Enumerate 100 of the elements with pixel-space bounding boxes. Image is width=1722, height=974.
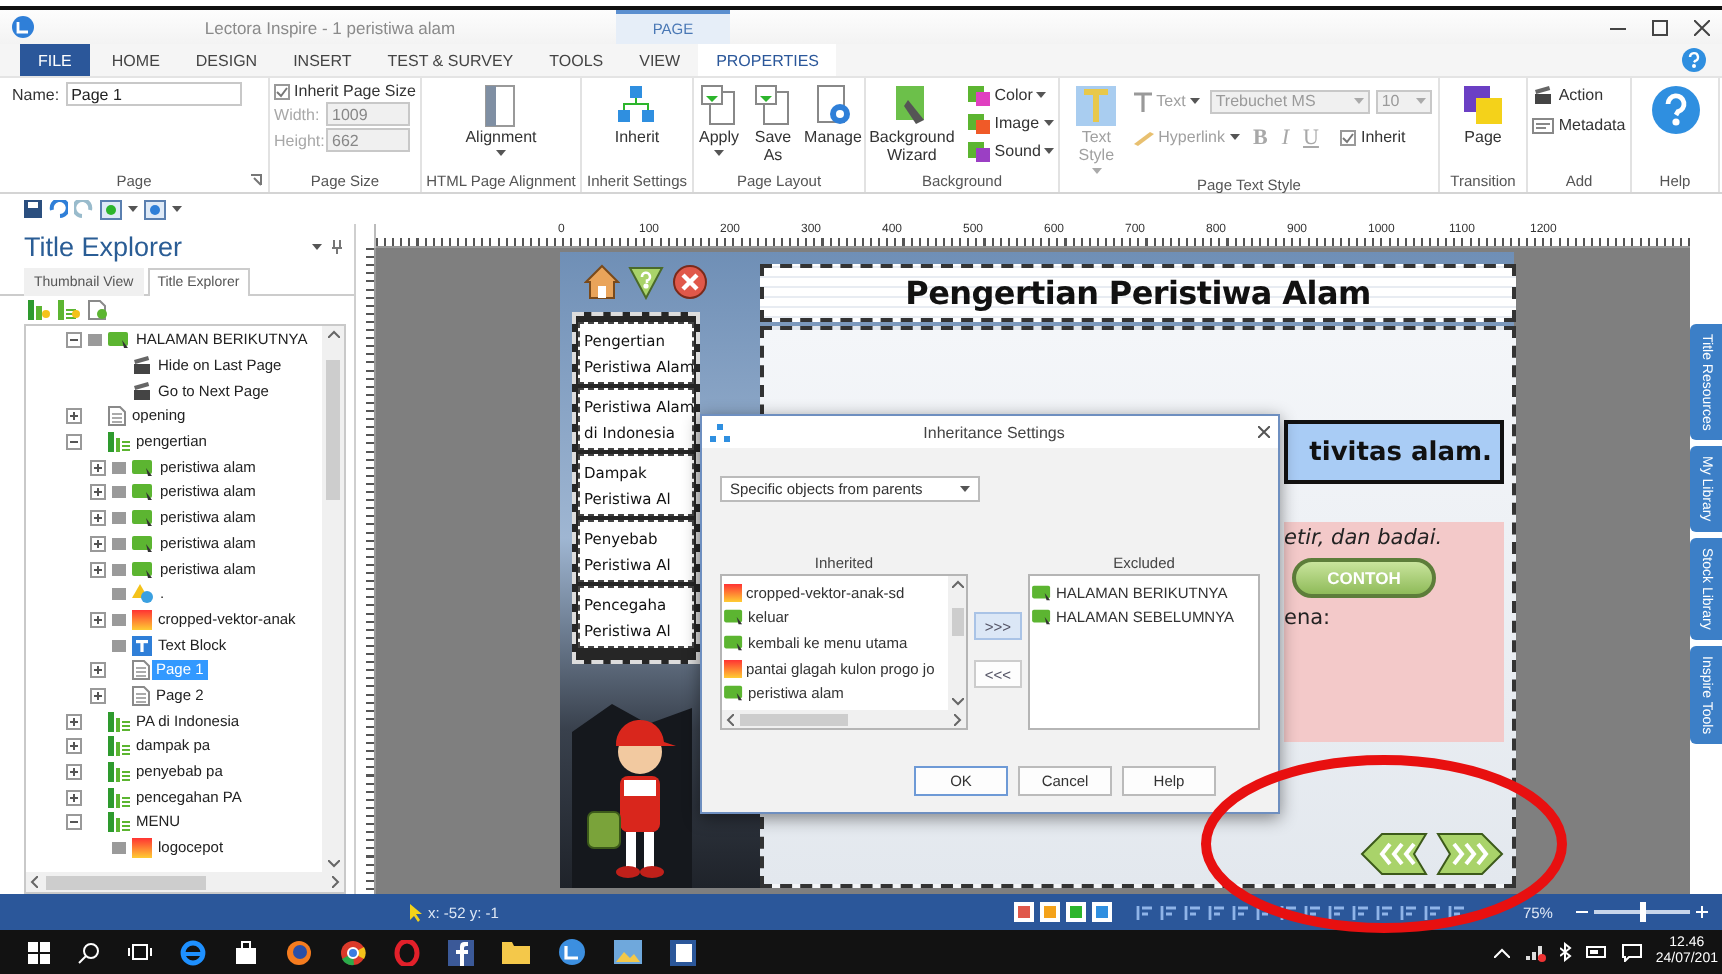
align-tool-icon[interactable] [1136, 903, 1155, 921]
close-icon[interactable] [1694, 19, 1710, 35]
visibility-box-icon[interactable] [112, 512, 126, 525]
collapse-icon[interactable] [66, 332, 82, 349]
visibility-box-icon[interactable] [112, 613, 126, 626]
expand-icon[interactable] [66, 408, 82, 425]
background-option-button[interactable]: Image [964, 110, 1059, 136]
visibility-box-icon[interactable] [112, 537, 126, 550]
ribbon-tab[interactable]: VIEW [621, 44, 699, 76]
opera-browser-icon[interactable] [394, 939, 420, 965]
align-tool-icon[interactable] [1280, 903, 1299, 921]
save-icon[interactable] [24, 200, 42, 218]
ribbon-tab[interactable]: HOME [93, 44, 178, 76]
align-tool-icon[interactable] [1160, 903, 1179, 921]
chrome-browser-icon[interactable] [340, 939, 366, 965]
ribbon-tab[interactable]: TOOLS [531, 44, 622, 76]
ribbon-tab[interactable]: PROPERTIES [698, 44, 837, 76]
background-option-button[interactable]: Sound [964, 138, 1059, 164]
help-icon[interactable] [1651, 86, 1699, 134]
start-icon[interactable] [28, 941, 50, 963]
visibility-box-icon[interactable] [112, 563, 126, 576]
expand-icon[interactable] [90, 611, 106, 628]
zoom-slider-thumb[interactable] [1639, 902, 1646, 922]
next-sign-icon[interactable] [1436, 832, 1504, 876]
background-wizard-button[interactable]: Background Wizard [865, 82, 959, 168]
align-tool-icon[interactable] [1208, 903, 1227, 921]
home-icon[interactable] [584, 264, 620, 300]
chevron-up-icon[interactable] [1493, 947, 1510, 957]
align-tool-icon[interactable] [1304, 903, 1323, 921]
scroll-down-icon[interactable] [951, 698, 963, 706]
page-transition-button[interactable]: Page [1457, 82, 1509, 150]
publish-icon[interactable] [144, 199, 166, 219]
expand-icon[interactable] [66, 764, 82, 781]
zoom-in-icon[interactable] [1696, 906, 1709, 918]
battery-icon[interactable] [1585, 944, 1608, 960]
expand-icon[interactable] [90, 687, 106, 704]
checkbox[interactable] [274, 83, 291, 99]
expand-icon[interactable] [90, 535, 106, 552]
document-app-icon[interactable] [670, 939, 696, 965]
align-tool-icon[interactable] [1448, 903, 1467, 921]
visibility-box-icon[interactable] [112, 588, 126, 601]
align-tool-icon[interactable] [1424, 903, 1443, 921]
status-tool-icon[interactable] [1014, 902, 1035, 922]
status-tool-icon[interactable] [1066, 902, 1087, 922]
app-logo-icon[interactable] [558, 938, 586, 966]
background-option-button[interactable]: Color [964, 82, 1059, 108]
checkbox[interactable] [1340, 129, 1357, 145]
dialog-launcher-icon[interactable] [250, 174, 262, 186]
add-section-icon[interactable] [58, 300, 80, 320]
browser-e-icon[interactable] [180, 939, 206, 965]
align-tool-icon[interactable] [1376, 903, 1395, 921]
notification-icon[interactable] [1621, 943, 1642, 961]
pin-icon[interactable] [332, 239, 342, 253]
search-icon[interactable] [78, 941, 100, 963]
collapse-icon[interactable] [66, 434, 82, 451]
maximize-icon[interactable] [1652, 19, 1668, 35]
folder-icon[interactable] [502, 940, 530, 964]
inherit-button[interactable]: Inherit [610, 82, 664, 150]
scroll-up-icon[interactable] [327, 330, 339, 338]
status-tool-icon[interactable] [1092, 902, 1113, 922]
collapse-icon[interactable] [66, 814, 82, 831]
scrollbar-thumb[interactable] [740, 713, 848, 725]
scrollbar-thumb[interactable] [951, 607, 963, 635]
add-option-button[interactable]: Action [1528, 82, 1630, 108]
scroll-right-icon[interactable] [332, 876, 340, 888]
social-app-icon[interactable] [448, 939, 474, 965]
expand-icon[interactable] [90, 510, 106, 527]
undo-icon[interactable] [48, 200, 68, 218]
ribbon-tab[interactable]: TEST & SURVEY [369, 44, 532, 76]
add-chapter-icon[interactable] [28, 300, 50, 320]
visibility-box-icon[interactable] [112, 486, 126, 499]
network-icon[interactable] [1523, 943, 1546, 961]
align-tool-icon[interactable] [1184, 903, 1203, 921]
fox-browser-icon[interactable] [286, 939, 312, 965]
task-view-icon[interactable] [128, 942, 152, 962]
layout-button[interactable]: Apply [693, 82, 745, 158]
align-tool-icon[interactable] [1400, 903, 1419, 921]
back-sign-icon[interactable] [1360, 832, 1428, 876]
scrollbar-thumb[interactable] [326, 359, 340, 499]
zoom-out-icon[interactable] [1576, 906, 1589, 918]
visibility-box-icon[interactable] [112, 639, 126, 652]
expand-icon[interactable] [66, 713, 82, 730]
bluetooth-icon[interactable] [1559, 942, 1572, 962]
expand-icon[interactable] [66, 738, 82, 755]
visibility-box-icon[interactable] [88, 334, 102, 347]
expand-icon[interactable] [90, 662, 106, 679]
align-tool-icon[interactable] [1328, 903, 1347, 921]
name-field[interactable]: Page 1 [65, 82, 242, 106]
help-sign-icon[interactable] [628, 264, 664, 300]
scroll-left-icon[interactable] [30, 876, 38, 888]
align-tool-icon[interactable] [1232, 903, 1251, 921]
ribbon-tab[interactable]: DESIGN [177, 44, 276, 76]
expand-icon[interactable] [90, 459, 106, 476]
visibility-box-icon[interactable] [112, 842, 126, 855]
align-tool-icon[interactable] [1352, 903, 1371, 921]
layout-button[interactable]: Manage [801, 82, 865, 150]
scroll-left-icon[interactable] [726, 713, 734, 725]
ribbon-tab[interactable]: INSERT [275, 44, 370, 76]
layout-button[interactable]: Save As [747, 82, 799, 168]
help-icon[interactable] [1682, 48, 1706, 72]
